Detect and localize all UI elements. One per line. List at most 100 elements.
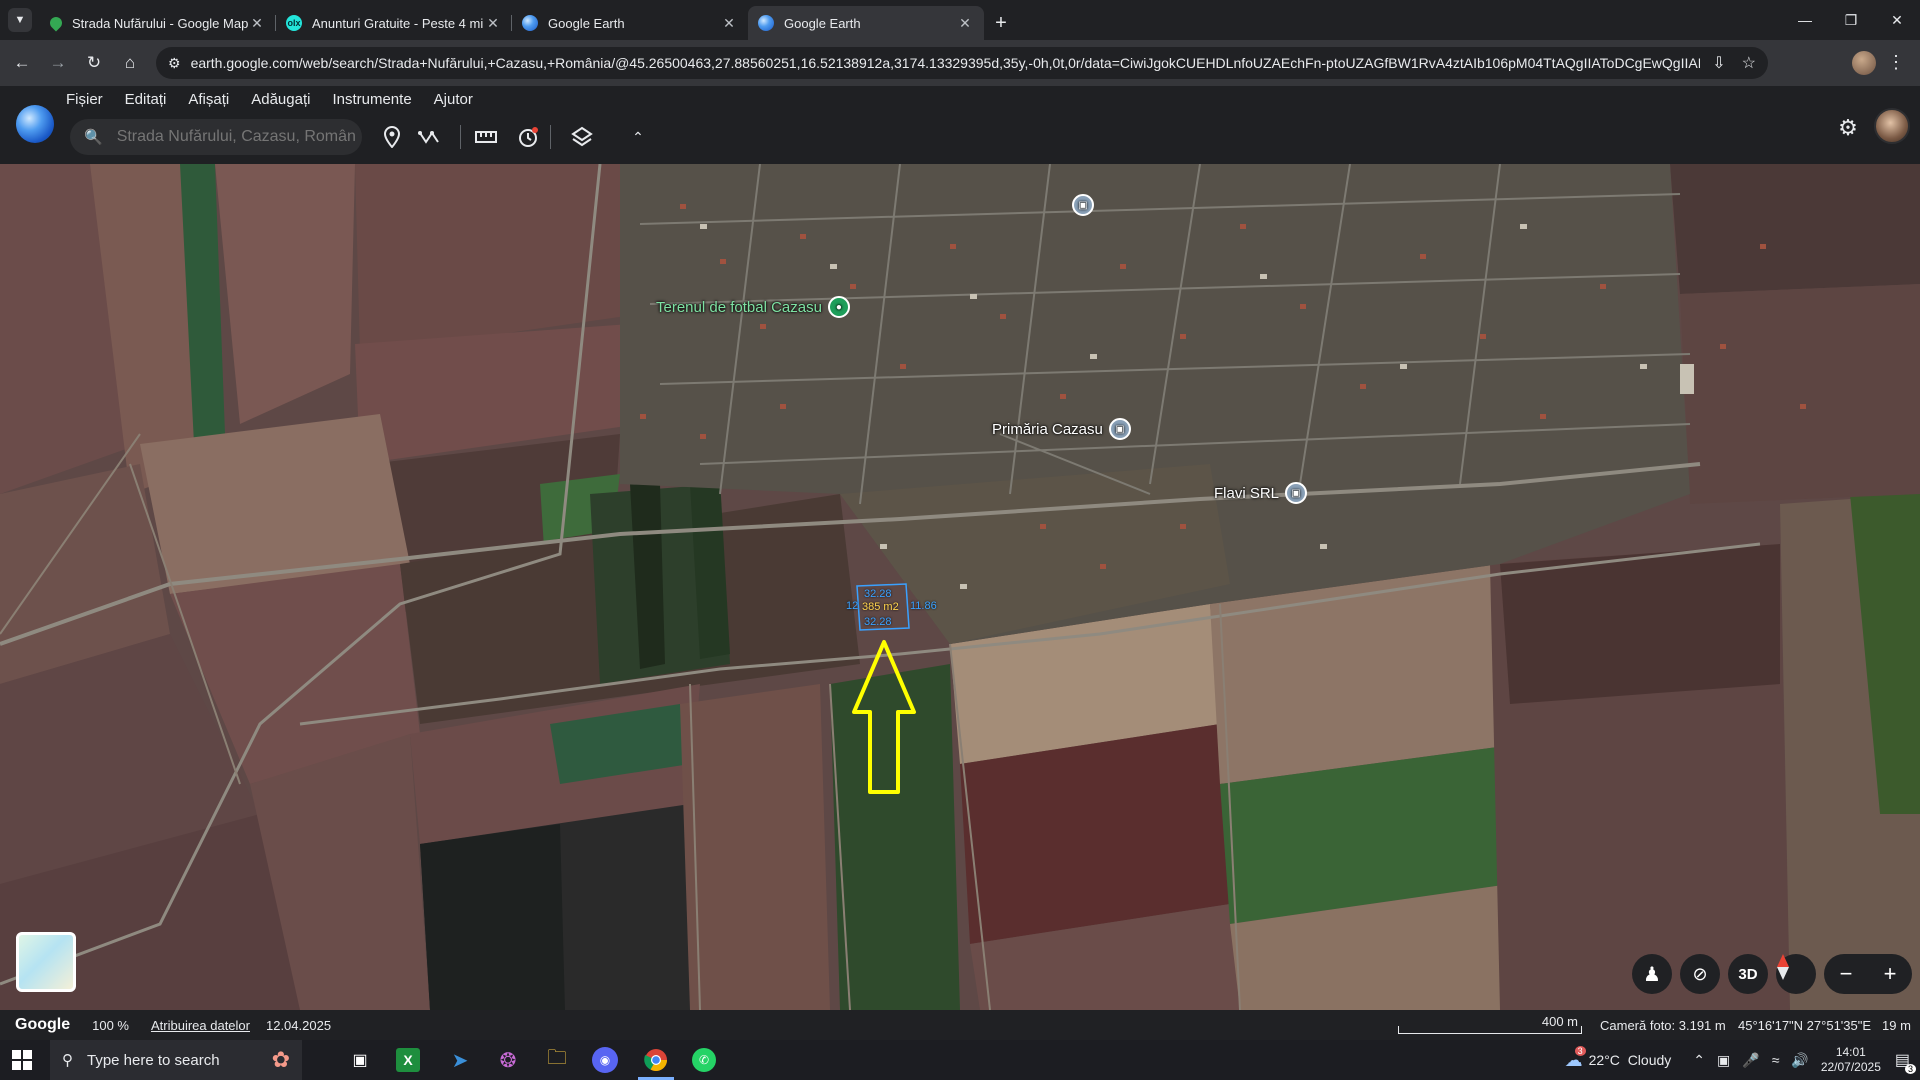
google-logo: Google [15, 1016, 71, 1033]
google-earth-logo[interactable] [16, 105, 54, 143]
weather-text[interactable]: 22°C Cloudy [1589, 1052, 1672, 1068]
place-terenul-de-fotbal[interactable]: Terenul de fotbal Cazasu ● [656, 296, 850, 318]
close-window-icon[interactable]: ✕ [1874, 0, 1920, 40]
browser-menu-icon[interactable]: ⋮ [1882, 48, 1910, 76]
forward-icon[interactable]: → [42, 47, 74, 79]
app-blue-arrow-icon[interactable]: ➤ [446, 1046, 474, 1074]
menu-file[interactable]: Fișier [66, 91, 103, 108]
close-icon[interactable]: ✕ [956, 14, 974, 32]
place-primaria-cazasu[interactable]: Primăria Cazasu ▣ [992, 418, 1131, 440]
base-map-toggle[interactable] [16, 932, 76, 992]
measure-area: 385 m2 [862, 601, 899, 613]
place-label: Terenul de fotbal Cazasu [656, 298, 822, 316]
chrome-icon[interactable] [642, 1046, 670, 1074]
tab-google-maps[interactable]: Strada Nufărului - Google Map ✕ [40, 6, 276, 40]
earth-search-box[interactable]: 🔍 [70, 119, 362, 155]
pegman-streetview-icon[interactable]: ♟ [1632, 954, 1672, 994]
app-green-x-icon[interactable]: X [396, 1048, 420, 1072]
tray-chevron-icon[interactable]: ⌃ [1693, 1052, 1705, 1069]
place-unnamed-marker[interactable]: ▣ [1072, 194, 1094, 216]
building-pin-icon[interactable]: ▣ [1108, 418, 1131, 440]
elevation: 19 m [1882, 1017, 1911, 1033]
layers-icon[interactable] [568, 123, 596, 151]
meet-now-icon[interactable]: ▣ [1717, 1052, 1730, 1069]
measure-ruler-icon[interactable] [472, 123, 500, 151]
earth-search-input[interactable] [116, 128, 357, 146]
tab-title: Anunturi Gratuite - Peste 4 mili [312, 15, 484, 31]
system-clock[interactable]: 14:01 22/07/2025 [1821, 1045, 1881, 1075]
menu-help[interactable]: Ajutor [434, 91, 473, 108]
network-wifi-icon[interactable]: ≈ [1772, 1052, 1780, 1068]
windows-start-icon[interactable] [12, 1050, 32, 1070]
historical-imagery-icon[interactable] [514, 123, 542, 151]
copilot-icon[interactable]: ❂ [494, 1046, 522, 1074]
task-view-icon[interactable]: ▣ [346, 1046, 374, 1074]
discord-icon[interactable]: ◉ [592, 1047, 618, 1073]
back-icon[interactable]: ← [6, 47, 38, 79]
scale-bar: 400 m [1398, 1014, 1582, 1038]
menu-tools[interactable]: Instrumente [332, 91, 411, 108]
imagery-date: 12.04.2025 [265, 1017, 332, 1033]
browser-profile-avatar[interactable] [1852, 51, 1876, 75]
close-icon[interactable]: ✕ [248, 14, 266, 32]
reload-icon[interactable]: ↻ [78, 47, 110, 79]
placemark-icon[interactable] [378, 123, 406, 151]
collapse-toolbar-icon[interactable]: ⌃ [624, 123, 652, 151]
volume-icon[interactable]: 🔊 [1791, 1052, 1808, 1069]
restore-icon[interactable]: ❐ [1828, 0, 1874, 40]
site-settings-icon[interactable]: ⚙ [168, 55, 181, 72]
compass-icon[interactable] [1776, 954, 1816, 994]
place-label: Flavi SRL [1214, 484, 1280, 502]
close-icon[interactable]: ✕ [484, 14, 502, 32]
notification-center-icon[interactable]: ▤ 3 [1895, 1050, 1916, 1074]
menu-edit[interactable]: Editați [125, 91, 167, 108]
menu-add[interactable]: Adăugați [251, 91, 310, 108]
microphone-icon[interactable]: 🎤 [1742, 1052, 1759, 1069]
no-tilt-icon[interactable]: ⊘ [1680, 954, 1720, 994]
zoom-in-icon[interactable]: + [1868, 961, 1912, 987]
whatsapp-icon[interactable]: ✆ [692, 1048, 716, 1072]
bookmark-star-icon[interactable]: ☆ [1742, 53, 1756, 73]
omnibox-actions: ⇩ ☆ [1712, 53, 1756, 73]
tab-strip: ▼ Strada Nufărului - Google Map ✕ olx An… [0, 0, 1920, 40]
zoom-out-icon[interactable]: − [1824, 961, 1868, 987]
business-pin-icon[interactable]: ▣ [1285, 482, 1308, 504]
user-avatar[interactable] [1874, 108, 1910, 144]
minimize-icon[interactable]: — [1782, 0, 1828, 40]
clock-time: 14:01 [1835, 1045, 1866, 1059]
place-flavi-srl[interactable]: Flavi SRL ▣ [1214, 482, 1308, 504]
close-icon[interactable]: ✕ [720, 14, 738, 32]
building-pin-icon[interactable]: ▣ [1072, 194, 1094, 216]
satellite-map[interactable]: Terenul de fotbal Cazasu ● Primăria Caza… [0, 164, 1920, 1010]
data-attribution-link[interactable]: Atribuirea datelor [151, 1018, 250, 1033]
toggle-3d-button[interactable]: 3D [1728, 954, 1768, 994]
install-app-icon[interactable]: ⇩ [1712, 53, 1725, 73]
sports-pin-icon[interactable]: ● [827, 296, 850, 318]
maps-pin-icon [47, 14, 65, 32]
tab-search-button[interactable]: ▼ [8, 8, 32, 32]
taskbar-search-placeholder: Type here to search [87, 1051, 220, 1069]
toolbar-divider [460, 125, 461, 149]
system-tray: ☁ 3 22°C Cloudy ⌃ ▣ 🎤 ≈ 🔊 14:01 22/07/202… [1565, 1040, 1920, 1080]
tab-olx[interactable]: olx Anunturi Gratuite - Peste 4 mili ✕ [276, 6, 512, 40]
path-polygon-icon[interactable] [416, 123, 444, 151]
address-bar[interactable]: ⚙ earth.google.com/web/search/Strada+Nuf… [156, 47, 1768, 79]
browser-toolbar: ← → ↻ ⌂ ⚙ earth.google.com/web/search/St… [0, 40, 1920, 86]
weather-cloud-icon[interactable]: ☁ 3 [1565, 1045, 1586, 1071]
menu-view[interactable]: Afișați [188, 91, 229, 108]
new-tab-button[interactable]: + [984, 6, 1018, 40]
tab-google-earth-2[interactable]: Google Earth ✕ [748, 6, 984, 40]
earth-icon [758, 15, 774, 31]
taskbar-search-box[interactable]: ⚲ Type here to search ✿ [50, 1040, 302, 1080]
window-controls: — ❐ ✕ [1782, 0, 1920, 40]
tab-google-earth-1[interactable]: Google Earth ✕ [512, 6, 748, 40]
measure-top-length: 32.28 [864, 588, 892, 600]
cursor-coordinates: 45°16'17"N 27°51'35"E [1738, 1017, 1872, 1033]
tab-title: Strada Nufărului - Google Map [72, 15, 248, 31]
url-text[interactable]: earth.google.com/web/search/Strada+Nufăr… [191, 55, 1701, 71]
settings-gear-icon[interactable]: ⚙ [1832, 112, 1864, 144]
home-icon[interactable]: ⌂ [114, 47, 146, 79]
earth-status-bar: Google 100 % Atribuirea datelor 12.04.20… [0, 1010, 1920, 1040]
search-highlight-brain-icon: ✿ [271, 1047, 290, 1072]
file-explorer-icon[interactable]: 🗀 [543, 1046, 571, 1074]
